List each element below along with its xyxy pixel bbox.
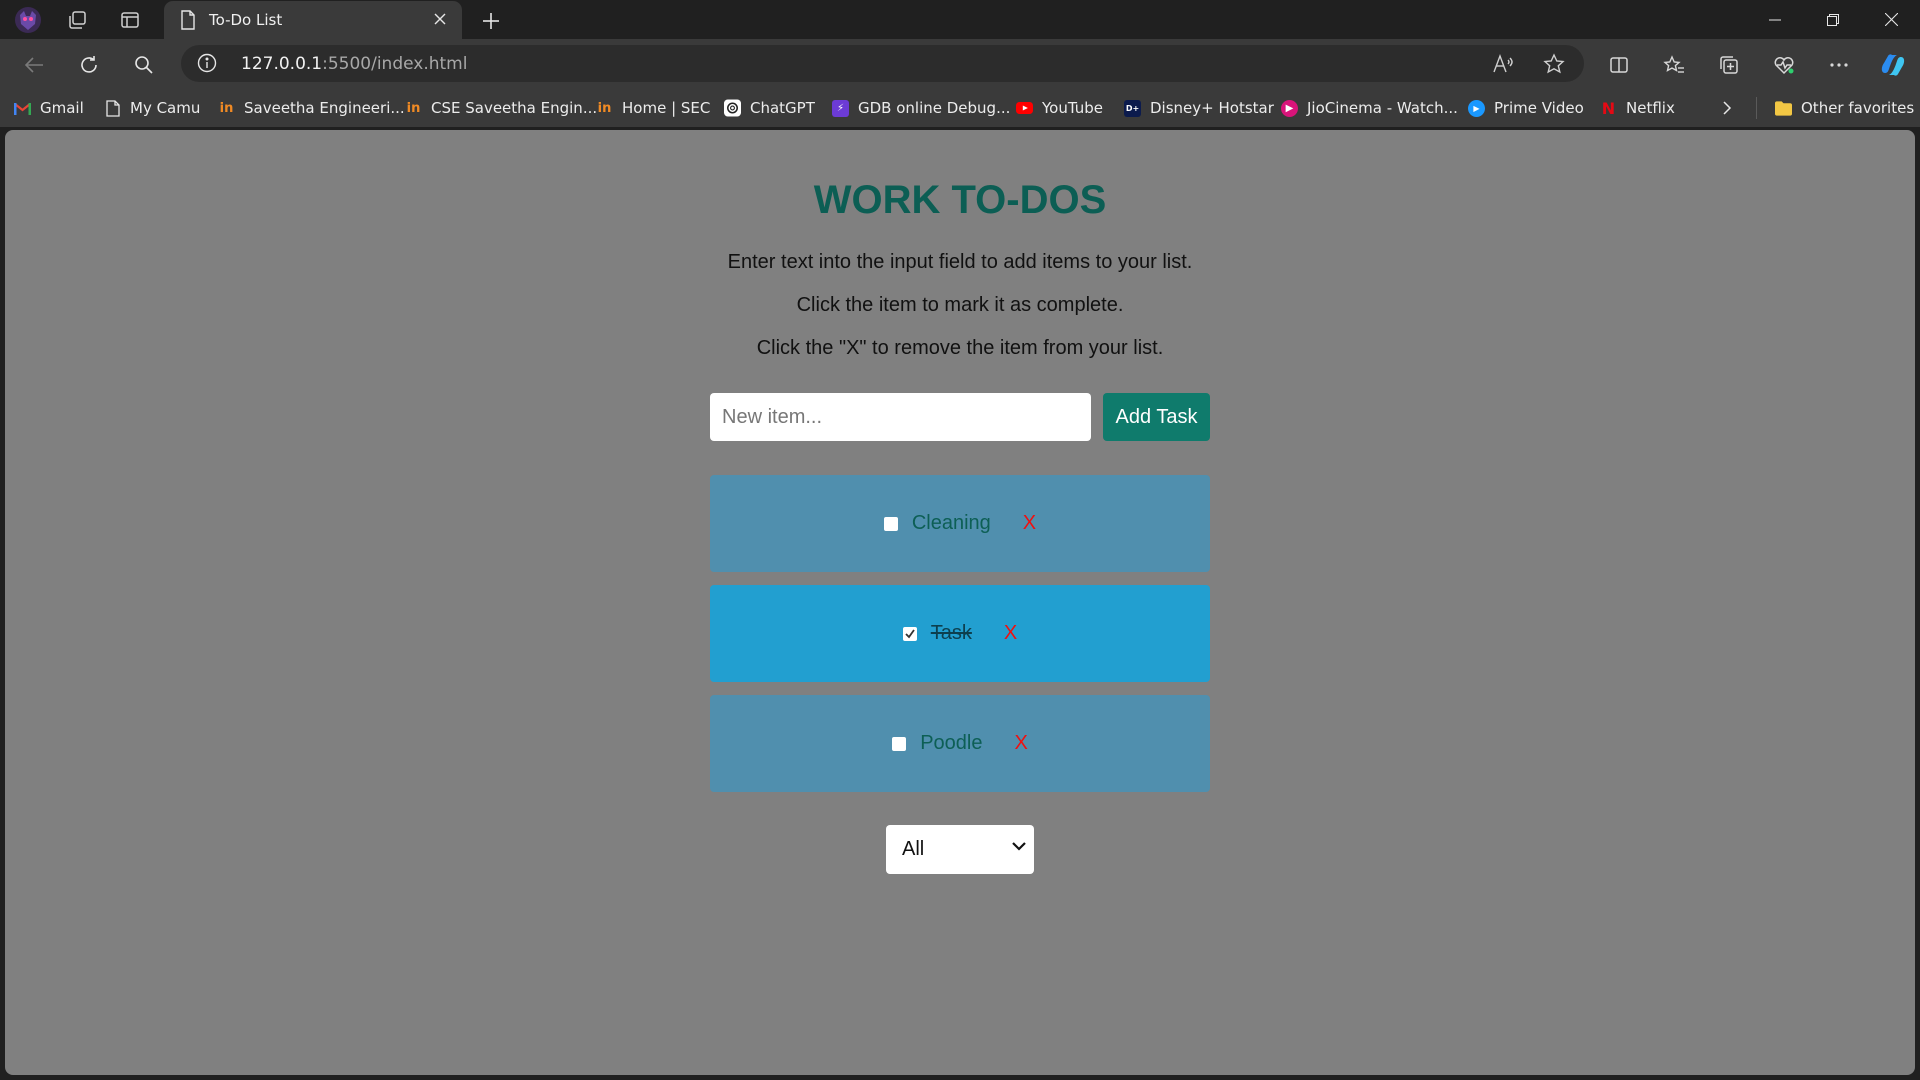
bookmark-label: Netflix — [1626, 99, 1675, 117]
hotstar-icon: D+ — [1124, 99, 1141, 117]
bookmark-saveetha-engineering[interactable]: in Saveetha Engineeri... — [218, 98, 405, 118]
netflix-icon: N — [1601, 98, 1616, 118]
read-aloud-icon[interactable] — [1491, 52, 1515, 76]
bookmark-label: Gmail — [40, 99, 84, 117]
profile-avatar-icon[interactable] — [13, 5, 43, 35]
page-title: WORK TO-DOS — [813, 178, 1107, 222]
other-favorites[interactable]: Other favorites — [1775, 98, 1914, 118]
instruction-add: Enter text into the input field to add i… — [727, 251, 1193, 273]
browser-essentials-icon[interactable] — [1768, 49, 1800, 81]
todo-checkbox[interactable] — [902, 626, 917, 641]
filter-selected-value: All — [902, 838, 925, 860]
close-window-button[interactable] — [1862, 0, 1920, 39]
search-icon[interactable] — [128, 49, 160, 81]
tab-todo-list[interactable]: To-Do List — [164, 1, 462, 39]
todo-item[interactable]: Task X — [710, 585, 1210, 682]
bookmark-netflix[interactable]: N Netflix — [1600, 98, 1675, 118]
bookmark-my-camu[interactable]: My Camu — [104, 98, 200, 118]
url-host: 127.0.0.1 — [241, 54, 323, 74]
url-text[interactable]: 127.0.0.1:5500/index.html — [241, 54, 467, 74]
bookmark-cse-saveetha[interactable]: in CSE Saveetha Engin... — [405, 98, 597, 118]
collections-icon[interactable] — [1713, 49, 1745, 81]
minimize-button[interactable] — [1746, 0, 1804, 39]
todo-item[interactable]: Cleaning X — [710, 475, 1210, 572]
bookmark-label: ChatGPT — [750, 99, 815, 117]
copilot-icon[interactable] — [1877, 49, 1909, 81]
browser-title-bar: To-Do List — [0, 0, 1920, 39]
saveetha-icon: in — [219, 100, 234, 116]
instruction-remove: Click the "X" to remove the item from yo… — [756, 337, 1164, 359]
remove-item-button[interactable]: X — [1014, 732, 1027, 755]
browser-toolbar: 127.0.0.1:5500/index.html — [0, 39, 1920, 89]
more-options-icon[interactable] — [1823, 49, 1855, 81]
bookmark-label: JioCinema - Watch... — [1307, 99, 1458, 117]
bookmark-label: CSE Saveetha Engin... — [431, 99, 598, 117]
bookmark-gdb-online[interactable]: ⚡ GDB online Debug... — [832, 98, 1010, 118]
gdb-icon: ⚡ — [832, 99, 849, 117]
bookmark-label: Saveetha Engineeri... — [244, 99, 405, 117]
todo-checkbox[interactable] — [892, 736, 907, 751]
favorite-star-icon[interactable] — [1542, 52, 1566, 76]
bookmark-disney-hotstar[interactable]: D+ Disney+ Hotstar — [1124, 98, 1274, 118]
bookmark-home-sec[interactable]: in Home | SEC — [596, 98, 711, 118]
refresh-button[interactable] — [73, 49, 105, 81]
saveetha-icon: in — [597, 100, 612, 116]
bookmark-label: My Camu — [130, 99, 201, 117]
page-viewport: WORK TO-DOS Enter text into the input fi… — [5, 130, 1915, 1075]
other-favorites-label: Other favorites — [1801, 99, 1915, 117]
url-path: :5500/index.html — [322, 54, 468, 74]
address-bar[interactable]: 127.0.0.1:5500/index.html — [181, 45, 1584, 82]
bookmark-chatgpt[interactable]: ChatGPT — [724, 98, 815, 118]
remove-item-button[interactable]: X — [1004, 622, 1017, 645]
back-button[interactable] — [18, 49, 50, 81]
new-item-input[interactable] — [710, 393, 1091, 441]
filter-select[interactable]: All — [886, 825, 1034, 874]
chevron-right-icon[interactable] — [1716, 97, 1738, 119]
primevideo-icon: ▶ — [1468, 99, 1485, 117]
bookmark-prime-video[interactable]: ▶ Prime Video — [1468, 98, 1584, 118]
checkmark-icon — [905, 628, 915, 638]
bookmark-label: Home | SEC — [622, 99, 711, 117]
bookmarks-divider — [1756, 97, 1757, 119]
bookmark-jiocinema[interactable]: ▶ JioCinema - Watch... — [1281, 98, 1458, 118]
tab-title: To-Do List — [209, 11, 283, 29]
workspaces-icon[interactable] — [62, 5, 92, 35]
jiocinema-icon: ▶ — [1281, 99, 1298, 117]
favorites-icon[interactable] — [1658, 49, 1690, 81]
bookmark-label: YouTube — [1042, 99, 1103, 117]
bookmark-label: GDB online Debug... — [858, 99, 1011, 117]
bookmark-youtube[interactable]: YouTube — [1016, 98, 1103, 118]
todo-label[interactable]: Cleaning — [912, 512, 991, 535]
bookmark-label: Disney+ Hotstar — [1150, 99, 1274, 117]
todo-item[interactable]: Poodle X — [710, 695, 1210, 792]
youtube-icon — [1016, 100, 1033, 117]
split-screen-icon[interactable] — [1603, 49, 1635, 81]
page-icon — [180, 10, 196, 34]
chevron-down-icon — [1012, 842, 1026, 851]
close-tab-icon[interactable] — [430, 9, 450, 29]
instruction-complete: Click the item to mark it as complete. — [796, 294, 1124, 316]
bookmark-gmail[interactable]: Gmail — [14, 98, 84, 118]
restore-button[interactable] — [1804, 0, 1862, 39]
bookmark-label: Prime Video — [1494, 99, 1584, 117]
bookmarks-bar: Gmail My Camu in Saveetha Engineeri... i… — [0, 89, 1920, 127]
page-icon — [104, 99, 121, 117]
site-info-icon[interactable] — [197, 53, 217, 77]
gmail-icon — [14, 100, 31, 117]
new-tab-button[interactable] — [476, 6, 506, 36]
vertical-tabs-icon[interactable] — [115, 5, 145, 35]
remove-item-button[interactable]: X — [1023, 512, 1036, 535]
folder-icon — [1775, 100, 1792, 117]
todo-checkbox[interactable] — [883, 516, 898, 531]
todo-label[interactable]: Poodle — [920, 732, 982, 755]
todo-label[interactable]: Task — [931, 622, 972, 645]
chatgpt-icon — [724, 99, 741, 117]
saveetha-icon: in — [406, 100, 421, 116]
add-task-button[interactable]: Add Task — [1103, 393, 1210, 441]
